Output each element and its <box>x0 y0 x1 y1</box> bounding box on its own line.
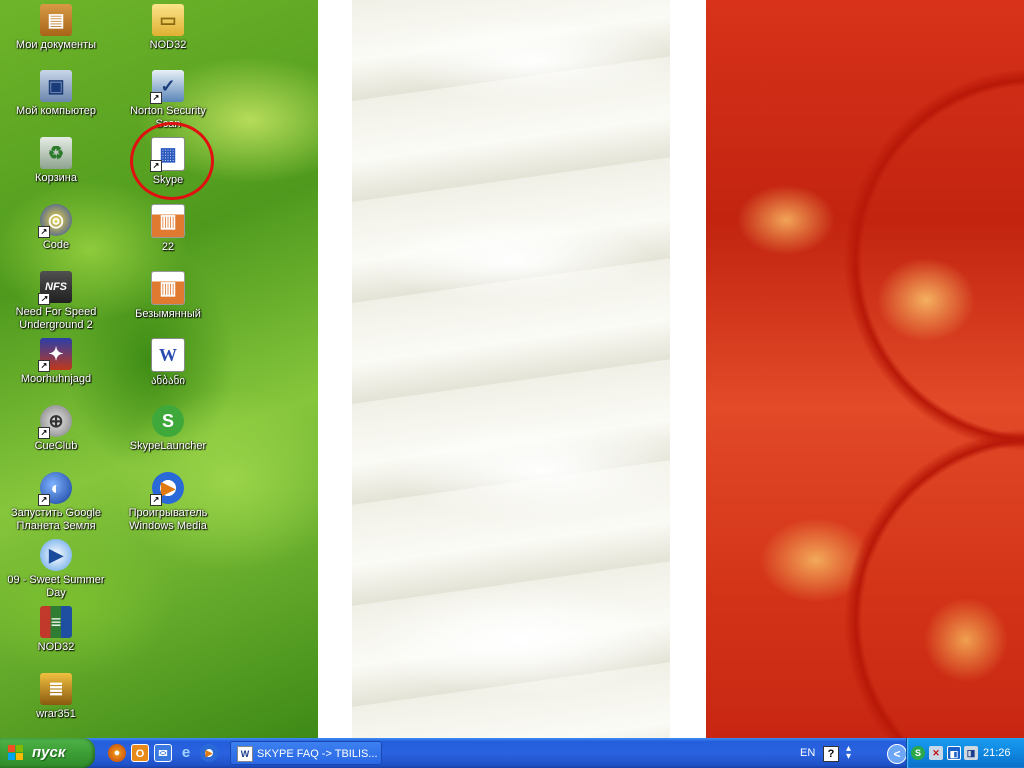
taskbar: пуск ● O ✉ e ▶ W SKYPE FAQ -> TBILIS... … <box>0 738 1024 768</box>
desktop-icon-label: Корзина <box>35 172 77 184</box>
media-file-icon: ▶ <box>40 539 72 571</box>
desktop-icon-label: NOD32 <box>37 641 75 653</box>
shortcut-arrow-icon: ↗ <box>38 427 50 439</box>
norton-icon: ✓ ↗ <box>150 70 184 104</box>
start-label: пуск <box>32 744 66 761</box>
system-tray: S ✕ ◧ ◨ 21:26 <box>906 738 1024 768</box>
cueclub-game-icon: ⊕ ↗ <box>38 405 72 439</box>
desktop-icon-label: 09 - Sweet Summer Day <box>7 574 105 599</box>
moorhuhn-game-icon: ✦ ↗ <box>38 338 72 372</box>
wallpaper-mozzarella-panel <box>352 0 670 738</box>
shortcut-arrow-icon: ↗ <box>38 293 50 305</box>
folder-icon: ▭ <box>152 4 184 36</box>
desktop-icon-label: Запустить Google Планета Земля <box>10 507 102 532</box>
shortcut-arrow-icon: ↗ <box>38 226 50 238</box>
desktop-icon-untitled[interactable]: ▥ Безымянный <box>118 271 218 321</box>
desktop-icon-wrar351[interactable]: ≣ wrar351 <box>6 673 106 721</box>
desktop-icon-georgian-document[interactable]: W ანბანი <box>118 338 218 388</box>
show-hidden-icons-chevron[interactable]: < <box>887 744 907 764</box>
winrar-archive-icon: ≡ <box>40 606 72 638</box>
image-file-icon: ▥ <box>151 204 185 238</box>
desktop-icon-label: NOD32 <box>149 39 187 51</box>
shortcut-arrow-icon: ↗ <box>38 494 50 506</box>
language-indicator[interactable]: EN <box>800 738 815 768</box>
taskbar-item-skype-faq[interactable]: W SKYPE FAQ -> TBILIS... <box>230 741 382 765</box>
quick-launch-media-player-icon[interactable]: ▶ <box>200 744 218 762</box>
desktop-icon-moorhuhnjagd[interactable]: ✦ ↗ Moorhuhnjagd <box>6 338 106 386</box>
shortcut-arrow-icon: ↗ <box>150 494 162 506</box>
desktop-icon-need-for-speed[interactable]: NFS ↗ Need For Speed Underground 2 <box>6 271 106 332</box>
desktop-icon-my-documents[interactable]: ▤ Мои документы <box>6 4 106 52</box>
desktop-icon-22[interactable]: ▥ 22 <box>118 204 218 254</box>
desktop-icon-windows-media-player[interactable]: ▶ ↗ Проигрыватель Windows Media <box>118 472 218 533</box>
quick-launch-firefox-icon[interactable]: ● <box>108 744 126 762</box>
desktop-icon-label: Moorhuhnjagd <box>20 373 92 385</box>
document-icon: W <box>237 746 253 762</box>
quick-launch-internet-explorer-icon[interactable]: e <box>177 744 195 762</box>
desktop-icon-label: Code <box>42 239 70 251</box>
skype-tray-icon[interactable]: S <box>911 746 925 760</box>
desktop-icon-label: 22 <box>161 241 175 253</box>
language-options-icon[interactable]: ▴ ▾ <box>846 744 856 762</box>
shortcut-arrow-icon: ↗ <box>38 360 50 372</box>
desktop-icon-nod32-archive[interactable]: ≡ NOD32 <box>6 606 106 654</box>
desktop-icon-label: SkypeLauncher <box>129 440 207 452</box>
windows-media-player-icon: ▶ ↗ <box>150 472 184 506</box>
help-icon[interactable]: ? <box>823 746 839 762</box>
network-disconnected-icon[interactable]: ✕ <box>929 746 943 760</box>
desktop-icon-sweet-summer-day[interactable]: ▶ 09 - Sweet Summer Day <box>6 539 106 600</box>
google-earth-icon: ◐ ↗ <box>38 472 72 506</box>
volume-tray-icon[interactable]: ◨ <box>964 746 978 760</box>
code-app-icon: ◎ ↗ <box>38 204 72 238</box>
desktop-icon-nod32-folder[interactable]: ▭ NOD32 <box>118 4 218 52</box>
desktop-icon-label: CueClub <box>34 440 78 452</box>
task-item-label: SKYPE FAQ -> TBILIS... <box>257 748 378 760</box>
image-file-icon: ▥ <box>151 271 185 305</box>
desktop-icon-google-earth[interactable]: ◐ ↗ Запустить Google Планета Земля <box>6 472 106 533</box>
clock[interactable]: 21:26 <box>983 738 1011 768</box>
word-document-icon: W <box>151 338 185 372</box>
desktop-icon-label: wrar351 <box>36 708 76 720</box>
recycle-bin-icon: ♻ <box>40 137 72 169</box>
desktop-icon-label: ანბანი <box>150 375 186 387</box>
start-button[interactable]: пуск <box>0 738 95 768</box>
desktop-icon-my-computer[interactable]: ▣ Мой компьютер <box>6 70 106 118</box>
nfs-game-icon: NFS ↗ <box>38 271 72 305</box>
desktop-icon-label: Проигрыватель Windows Media <box>128 507 208 532</box>
quick-launch-outlook-express-icon[interactable]: ✉ <box>154 744 172 762</box>
desktop-icon-skypelauncher[interactable]: S SkypeLauncher <box>118 405 218 453</box>
desktop-icon-cueclub[interactable]: ⊕ ↗ CueClub <box>6 405 106 453</box>
quick-launch-opera-icon[interactable]: O <box>131 744 149 762</box>
shortcut-arrow-icon: ↗ <box>150 92 162 104</box>
computer-icon: ▣ <box>40 70 72 102</box>
antivirus-tray-icon[interactable]: ◧ <box>947 746 961 760</box>
wallpaper-tomato-panel <box>706 0 1024 738</box>
skype-launcher-icon: S <box>152 405 184 437</box>
folder-docs-icon: ▤ <box>40 4 72 36</box>
desktop-icon-label: Безымянный <box>135 308 201 320</box>
red-annotation-circle <box>130 122 214 200</box>
desktop-icon-code[interactable]: ◎ ↗ Code <box>6 204 106 252</box>
desktop-icon-label: Need For Speed Underground 2 <box>15 306 97 331</box>
windows-flag-icon <box>8 745 23 760</box>
desktop-icon-recycle-bin[interactable]: ♻ Корзина <box>6 137 106 185</box>
winrar-installer-icon: ≣ <box>40 673 72 705</box>
desktop-icon-label: Мои документы <box>15 39 97 51</box>
desktop-icon-label: Мой компьютер <box>15 105 97 117</box>
